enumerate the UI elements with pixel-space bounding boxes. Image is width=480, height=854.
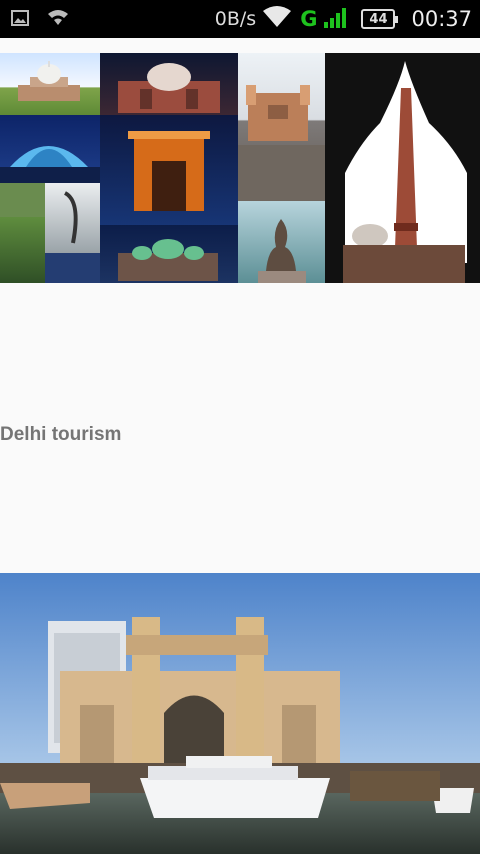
signal-icon: [323, 6, 347, 33]
cast-icon: [46, 8, 70, 33]
clock: 00:37: [411, 7, 472, 31]
delhi-collage-image[interactable]: [0, 53, 480, 283]
statue-photo: [238, 201, 325, 283]
gallery-title: Delhi tourism: [0, 424, 122, 445]
battery-icon: 44: [361, 9, 399, 29]
night-skyline-photo: [45, 253, 100, 283]
lotus-temple-photo: [0, 115, 100, 183]
sculpture-photo: [45, 183, 100, 253]
network-type: G: [300, 7, 318, 31]
heritage-building-photo: [238, 53, 325, 201]
domed-building-photo: [100, 53, 238, 115]
status-bar: 0B/s G 44 00:37: [0, 0, 480, 38]
wifi-icon: [262, 5, 292, 34]
mosque-night-photo: [100, 225, 238, 283]
net-speed: 0B/s: [214, 8, 257, 30]
gateway-of-india-image[interactable]: [0, 573, 480, 854]
image-icon: [10, 8, 30, 33]
india-gate-night-photo: [100, 115, 238, 225]
garden-photo: [0, 183, 45, 217]
battery-level: 44: [369, 11, 388, 27]
qutub-minar-photo: [325, 53, 480, 283]
humayun-tomb-photo: [0, 53, 100, 115]
fountain-garden-photo: [0, 217, 45, 283]
